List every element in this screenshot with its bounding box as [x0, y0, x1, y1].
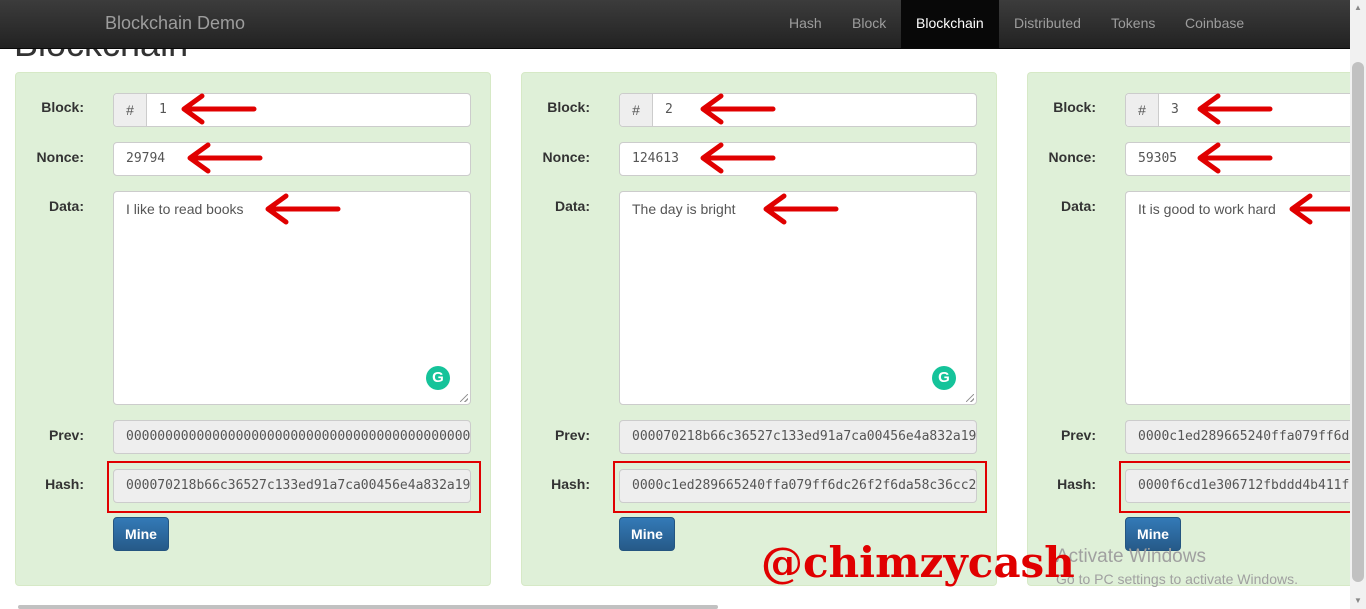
block-number-input[interactable]: 3: [1159, 94, 1179, 126]
navbar: Blockchain Demo Hash Block Blockchain Di…: [0, 0, 1350, 49]
grammarly-icon[interactable]: G: [932, 366, 956, 390]
data-text: It is good to work hard: [1138, 201, 1276, 217]
scroll-up-icon[interactable]: ▲: [1350, 2, 1366, 14]
annotation-arrow-icon: [700, 142, 776, 174]
data-label: Data:: [554, 198, 590, 214]
nonce-input[interactable]: 124613: [619, 142, 977, 176]
watermark-text: @chimzycash: [761, 538, 1075, 587]
annotation-arrow-icon: [700, 93, 776, 125]
nonce-label: Nonce:: [542, 149, 590, 165]
mine-button[interactable]: Mine: [619, 517, 675, 551]
grammarly-icon[interactable]: G: [426, 366, 450, 390]
data-label: Data:: [1060, 198, 1096, 214]
hash-label: Hash:: [45, 476, 84, 492]
annotation-arrow-icon: [763, 193, 839, 225]
hash-sign-addon: #: [620, 94, 653, 126]
scroll-down-icon[interactable]: ▼: [1350, 595, 1366, 607]
data-label: Data:: [48, 198, 84, 214]
prev-hash-field: 0000c1ed289665240ffa079ff6dc: [1125, 420, 1350, 454]
hash-highlight-box: [107, 461, 481, 513]
block-card-3: Block: # 3 Nonce: 59305 Data: It is good…: [1027, 72, 1350, 586]
nonce-label: Nonce:: [36, 149, 84, 165]
prev-label: Prev:: [48, 427, 84, 443]
nav-item-blockchain[interactable]: Blockchain: [901, 0, 999, 48]
mine-button[interactable]: Mine: [113, 517, 169, 551]
block-number-input[interactable]: 2: [653, 94, 673, 126]
annotation-arrow-icon: [1289, 193, 1353, 225]
annotation-arrow-icon: [1197, 93, 1273, 125]
block-number-group[interactable]: # 2: [619, 93, 977, 127]
annotation-arrow-icon: [187, 142, 263, 174]
scrollbar-thumb[interactable]: [1352, 62, 1364, 582]
vertical-scrollbar[interactable]: ▲ ▼: [1350, 0, 1366, 609]
data-text: The day is bright: [632, 201, 736, 217]
prev-label: Prev:: [1060, 427, 1096, 443]
hash-label: Hash:: [551, 476, 590, 492]
hash-sign-addon: #: [1126, 94, 1159, 126]
resize-handle-icon[interactable]: [460, 394, 468, 402]
block-label: Block:: [547, 99, 590, 115]
resize-handle-icon[interactable]: [966, 394, 974, 402]
annotation-arrow-icon: [265, 193, 341, 225]
horizontal-scrollbar-thumb[interactable]: [18, 605, 718, 609]
activate-windows-subtitle: Go to PC settings to activate Windows.: [1056, 571, 1298, 587]
data-text: I like to read books: [126, 201, 244, 217]
activate-windows-title: Activate Windows: [1056, 546, 1206, 567]
nav-item-distributed[interactable]: Distributed: [999, 0, 1096, 48]
nav-item-tokens[interactable]: Tokens: [1096, 0, 1170, 48]
hash-highlight-box: [613, 461, 987, 513]
hash-highlight-box: [1119, 461, 1350, 513]
annotation-arrow-icon: [1197, 142, 1273, 174]
block-label: Block:: [1053, 99, 1096, 115]
hash-sign-addon: #: [114, 94, 147, 126]
annotation-arrow-icon: [181, 93, 257, 125]
nav-item-coinbase[interactable]: Coinbase: [1170, 0, 1259, 48]
nav-item-hash[interactable]: Hash: [774, 0, 837, 48]
prev-hash-field: 000070218b66c36527c133ed91a7ca00456e4a83…: [619, 420, 977, 454]
block-label: Block:: [41, 99, 84, 115]
prev-label: Prev:: [554, 427, 590, 443]
hash-label: Hash:: [1057, 476, 1096, 492]
nonce-label: Nonce:: [1048, 149, 1096, 165]
nav-item-block[interactable]: Block: [837, 0, 901, 48]
prev-hash-field: 0000000000000000000000000000000000000000…: [113, 420, 471, 454]
navbar-brand[interactable]: Blockchain Demo: [105, 0, 245, 46]
block-number-input[interactable]: 1: [147, 94, 167, 126]
block-number-group[interactable]: # 1: [113, 93, 471, 127]
nonce-input[interactable]: 29794: [113, 142, 471, 176]
